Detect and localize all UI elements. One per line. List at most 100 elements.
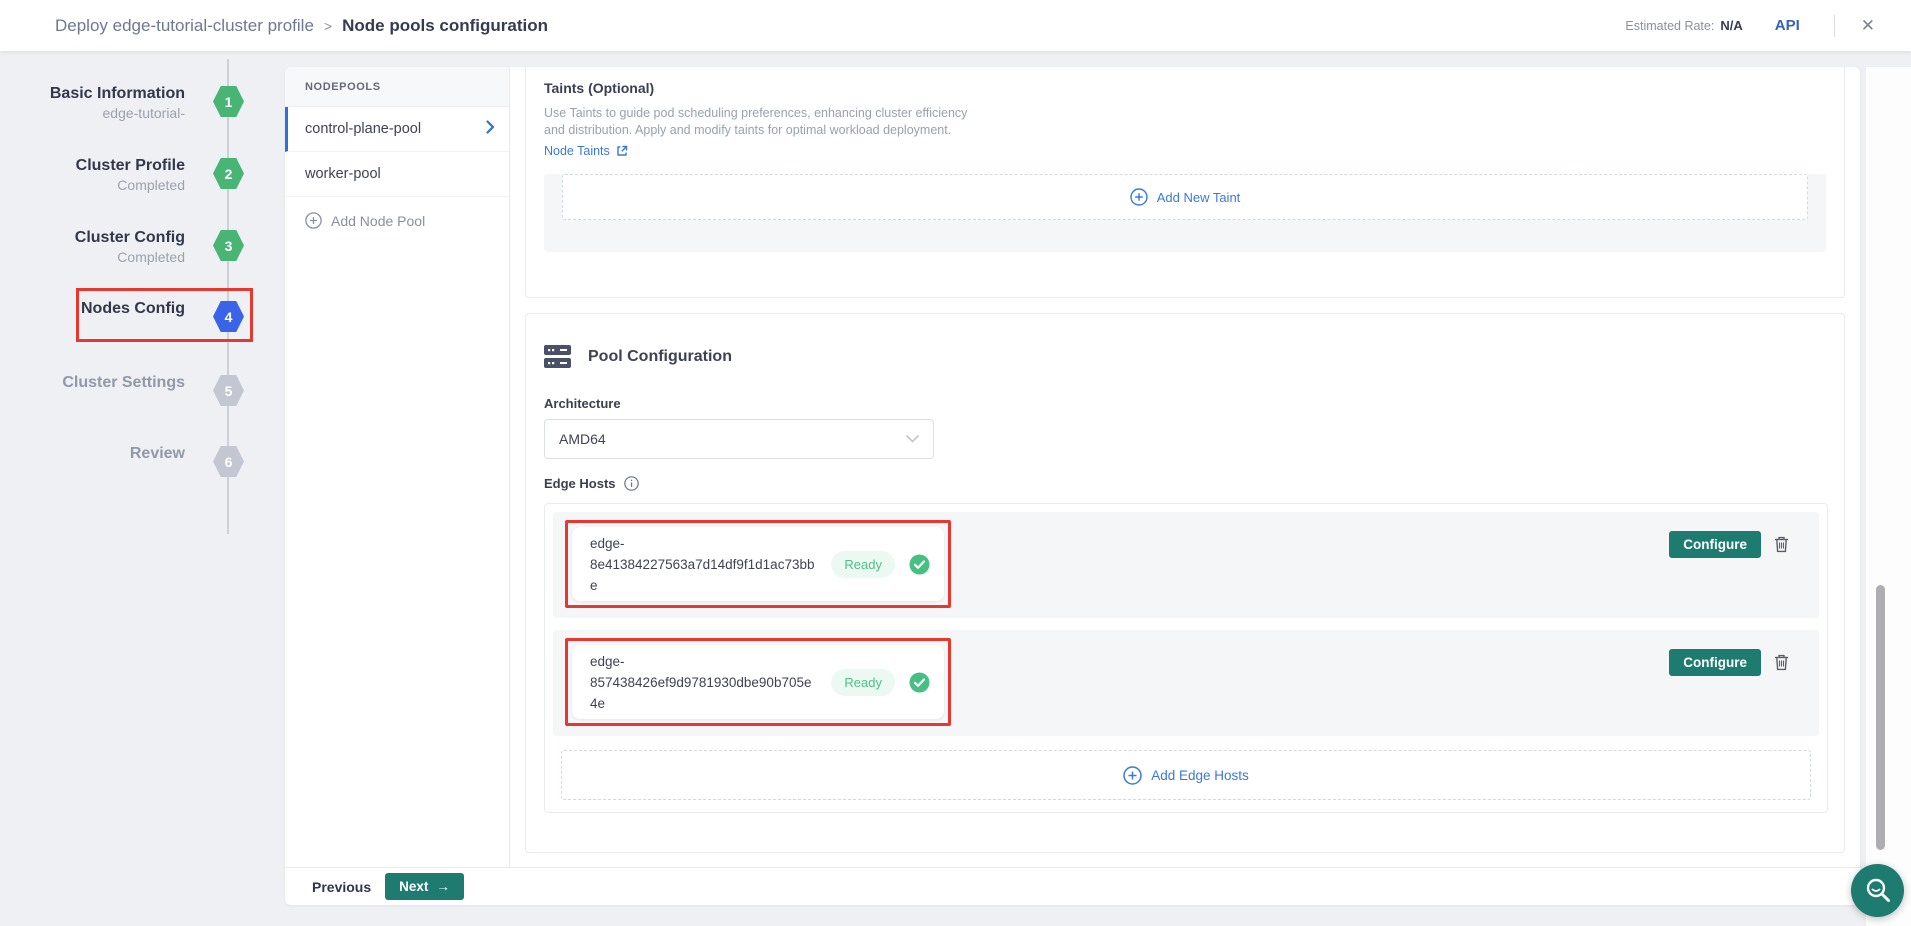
stepper-step[interactable]: Cluster Profile Completed 2 [0,156,285,202]
nodepool-detail-content: Taints (Optional) Use Taints to guide po… [510,67,1860,867]
arrow-right-icon: → [436,879,450,894]
stepper-step[interactable]: Cluster Settings 5 [0,373,285,419]
next-button[interactable]: Next → [385,873,464,900]
wizard-stepper: Basic Information edge-tutorial- 1 Clust… [0,51,285,926]
status-badge: Ready [831,669,895,696]
scrollbar-thumb[interactable] [1876,585,1885,850]
nodepools-panel: NODEPOOLS control-plane-pool worker-pool… [285,67,510,867]
stepper-step[interactable]: Cluster Config Completed 3 [0,228,285,274]
step-number: 1 [225,94,233,110]
taints-list-area: Add New Taint [544,174,1826,252]
edge-host-name: edge-8e41384227563a7d14df9f1d1ac73bbe [590,533,817,596]
edge-host-card[interactable]: edge-8e41384227563a7d14df9f1d1ac73bbe Re… [572,527,944,601]
step-label: Cluster Settings [62,373,185,393]
pool-configuration-header: Pool Configuration [544,344,1826,369]
add-node-pool-label: Add Node Pool [331,213,425,229]
add-node-pool-button[interactable]: Add Node Pool [285,197,509,244]
edge-host-row: edge-857438426ef9d9781930dbe90b705e4e Re… [553,630,1819,736]
edge-host-name: edge-857438426ef9d9781930dbe90b705e4e [590,651,817,714]
magnifier-smile-icon [1863,876,1893,906]
nodepool-name: worker-pool [305,166,381,182]
step-sublabel: Completed [117,248,185,267]
breadcrumb-separator: > [324,18,332,34]
add-edge-hosts-button[interactable]: Add Edge Hosts [561,750,1811,800]
stepper-step[interactable]: Basic Information edge-tutorial- 1 [0,84,285,130]
step-number-badge: 6 [213,446,244,477]
annotation-rect-nodes-config [76,288,253,342]
trash-icon[interactable] [1774,654,1789,671]
next-button-label: Next [399,879,428,894]
add-new-taint-button[interactable]: Add New Taint [562,174,1808,220]
circle-plus-icon [1123,766,1142,785]
architecture-label: Architecture [544,396,1826,411]
header-right: Estimated Rate: N/A API ✕ [1625,12,1911,40]
api-link[interactable]: API [1775,17,1800,34]
step-label: Cluster Config [75,228,185,248]
step-number: 2 [225,166,233,182]
stepper-step[interactable]: Review 6 [0,444,285,490]
step-number-badge: 5 [213,375,244,406]
chevron-down-icon [906,435,919,443]
node-taints-link[interactable]: Node Taints [544,144,1826,158]
step-number-badge: 2 [213,158,244,189]
taints-section: Taints (Optional) Use Taints to guide po… [525,67,1845,298]
external-link-icon [616,145,628,157]
pool-configuration-section: Pool Configuration Architecture AMD64 Ed… [525,313,1845,853]
annotation-rect-edge-host: edge-8e41384227563a7d14df9f1d1ac73bbe Re… [565,520,951,608]
breadcrumb: Deploy edge-tutorial-cluster profile > N… [0,16,548,36]
taints-title: Taints (Optional) [544,80,1826,96]
edge-host-actions: Configure [1669,649,1819,676]
edge-hosts-list: edge-8e41384227563a7d14df9f1d1ac73bbe Re… [544,503,1828,813]
configure-button[interactable]: Configure [1669,531,1761,558]
node-taints-link-label: Node Taints [544,144,610,158]
previous-button[interactable]: Previous [312,879,371,895]
step-sublabel: Completed [117,176,185,195]
edge-host-actions: Configure [1669,531,1819,558]
step-number: 5 [225,383,233,399]
estimated-rate-label: Estimated Rate: [1625,19,1714,33]
circle-plus-icon [305,212,322,229]
pool-configuration-title: Pool Configuration [588,348,732,366]
header-bar: Deploy edge-tutorial-cluster profile > N… [0,0,1911,51]
edge-hosts-header: Edge Hosts [544,476,1826,491]
server-icon [544,344,571,369]
architecture-value: AMD64 [559,431,606,447]
check-circle-icon [909,554,930,575]
wizard-footer: Previous Next → [285,867,1860,905]
add-new-taint-label: Add New Taint [1157,190,1241,205]
taints-description: Use Taints to guide pod scheduling prefe… [544,105,989,139]
step-label: Basic Information [50,84,185,104]
chevron-right-icon [486,120,495,138]
step-label: Cluster Profile [76,156,185,176]
architecture-select[interactable]: AMD64 [544,419,934,459]
step-number: 6 [225,454,233,470]
add-edge-hosts-label: Add Edge Hosts [1151,768,1249,783]
configure-button[interactable]: Configure [1669,649,1761,676]
search-help-bubble[interactable] [1851,864,1904,917]
edge-host-row: edge-8e41384227563a7d14df9f1d1ac73bbe Re… [553,512,1819,618]
header-divider [1834,15,1835,37]
estimated-rate-value: N/A [1720,18,1742,33]
annotation-rect-edge-host: edge-857438426ef9d9781930dbe90b705e4e Re… [565,638,951,726]
circle-plus-icon [1130,188,1148,206]
breadcrumb-deploy-profile[interactable]: Deploy edge-tutorial-cluster profile [55,16,314,36]
step-sublabel: edge-tutorial- [103,104,186,123]
edge-hosts-label: Edge Hosts [544,476,616,491]
step-number-badge: 1 [213,86,244,117]
nodepool-name: control-plane-pool [305,121,421,137]
scrollbar-track [1866,67,1911,926]
edge-host-card[interactable]: edge-857438426ef9d9781930dbe90b705e4e Re… [572,645,944,719]
main-content-card: NODEPOOLS control-plane-pool worker-pool… [285,67,1860,905]
info-icon[interactable] [624,476,639,491]
nodepool-item[interactable]: control-plane-pool [285,107,509,152]
nodepool-item[interactable]: worker-pool [285,152,509,197]
step-number: 3 [225,238,233,254]
page-title: Node pools configuration [342,16,548,36]
step-label: Review [130,444,185,464]
status-badge: Ready [831,551,895,578]
check-circle-icon [909,672,930,693]
trash-icon[interactable] [1774,536,1789,553]
close-icon[interactable]: ✕ [1853,12,1883,40]
step-number-badge: 3 [213,230,244,261]
nodepools-title: NODEPOOLS [285,67,509,107]
